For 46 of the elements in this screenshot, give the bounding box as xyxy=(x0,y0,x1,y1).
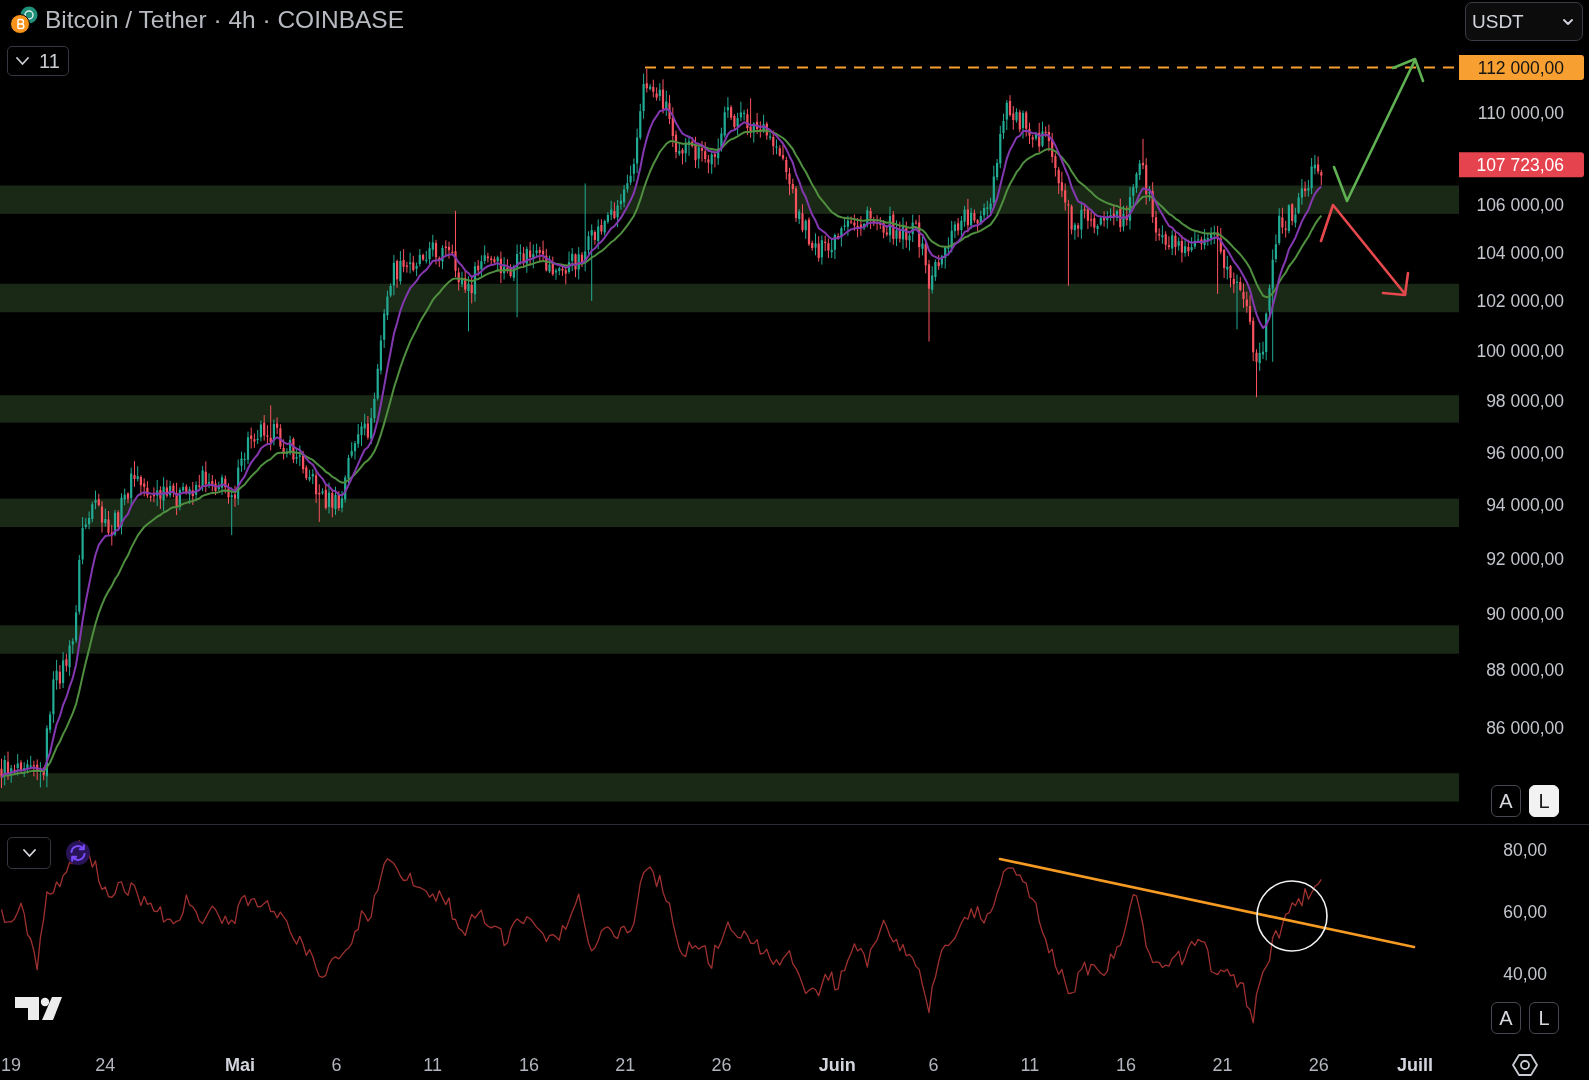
chevron-down-icon xyxy=(1563,18,1573,25)
price-axis-label: 90 000,00 xyxy=(1486,604,1564,624)
scale-mode-button[interactable]: A xyxy=(1491,1002,1521,1034)
date-axis-label: 24 xyxy=(95,1055,116,1075)
date-axis-label: 16 xyxy=(1116,1055,1137,1075)
logo-icon[interactable] xyxy=(14,996,63,1021)
last-price-tag: 107 723,06 xyxy=(1459,152,1584,178)
price-axis-label: 92 000,00 xyxy=(1486,549,1564,570)
rsi-axis-label: 40,00 xyxy=(1503,964,1547,984)
scale-mode-button[interactable]: A xyxy=(1491,785,1521,817)
price-axis-label: 106 000,00 xyxy=(1476,195,1564,216)
date-axis-label: 16 xyxy=(519,1055,539,1075)
sync-icon[interactable] xyxy=(66,841,90,865)
date-axis-label: 6 xyxy=(331,1055,342,1075)
price-axis-label: 98 000,00 xyxy=(1486,391,1564,412)
date-axis-label: 6 xyxy=(928,1055,939,1075)
date-axis-label: 26 xyxy=(1308,1055,1329,1075)
price-axis-label: 86 000,00 xyxy=(1486,717,1564,738)
symbol-title: Bitcoin / Tether · 4h · COINBASE xyxy=(45,6,405,34)
price-axis-label: 110 000,00 xyxy=(1477,102,1564,123)
date-axis-label: 11 xyxy=(423,1055,443,1075)
date-axis-label: 11 xyxy=(1020,1055,1040,1075)
date-axis-label: 26 xyxy=(711,1055,732,1075)
price-axis-label: 94 000,00 xyxy=(1486,495,1564,516)
month-axis-label: Mai xyxy=(225,1055,256,1075)
price-axis-label: 96 000,00 xyxy=(1486,442,1564,463)
price-level-tag: 112 000,00 xyxy=(1459,54,1584,80)
month-axis-label: Juin xyxy=(818,1055,856,1075)
currency-dropdown[interactable]: USDT xyxy=(1465,2,1583,41)
price-axis-label: 102 000,00 xyxy=(1476,291,1564,312)
price-axis-label: 100 000,00 xyxy=(1476,340,1564,361)
date-axis-label: 19 xyxy=(1,1055,21,1075)
date-axis-label: 21 xyxy=(1212,1055,1233,1075)
coin-pair-icon xyxy=(10,6,38,34)
price-axis-label: 104 000,00 xyxy=(1476,242,1564,263)
rsi-axis-label: 80,00 xyxy=(1503,840,1547,860)
highlight-circle xyxy=(1256,880,1328,952)
scale-mode-button[interactable]: L xyxy=(1529,1002,1559,1034)
settings-icon[interactable] xyxy=(1512,1054,1538,1076)
rsi-axis-label: 60,00 xyxy=(1503,902,1547,922)
date-axis-label: 21 xyxy=(615,1055,636,1075)
indicator-legend-toggle[interactable]: 11 xyxy=(7,46,69,76)
month-axis-label: Juill xyxy=(1397,1055,1433,1075)
price-axis-label: 88 000,00 xyxy=(1486,660,1564,681)
pane-toggle-button[interactable] xyxy=(7,837,51,869)
scale-mode-button[interactable]: L xyxy=(1529,785,1559,817)
